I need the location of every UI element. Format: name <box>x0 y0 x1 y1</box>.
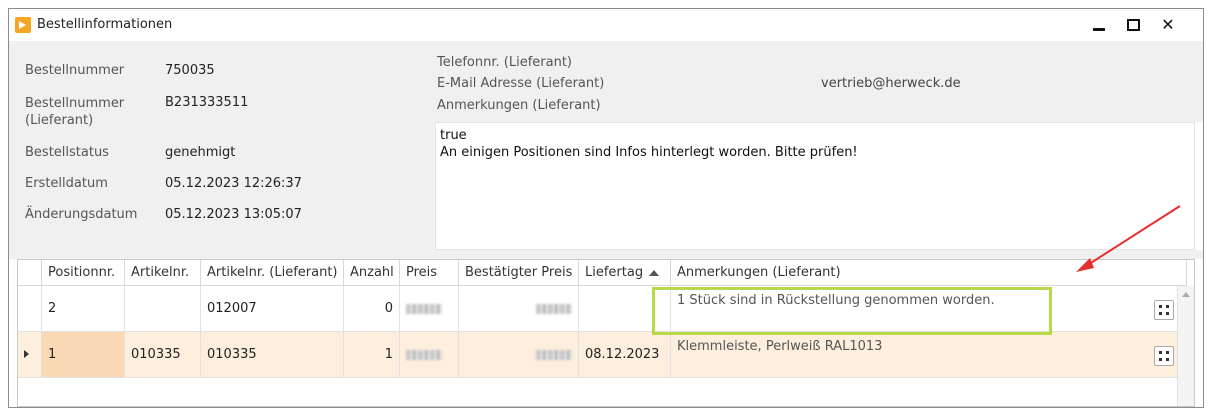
col-header-price[interactable]: Preis <box>400 260 459 286</box>
col-header-supplier-notes[interactable]: Anmerkungen (Lieferant) <box>671 260 1187 286</box>
minimize-button[interactable] <box>1085 13 1113 37</box>
created-date-value: 05.12.2023 12:26:37 <box>165 176 302 191</box>
col-header-position[interactable]: Positionnr. <box>42 260 125 286</box>
col-header-confirmed-price[interactable]: Bestätigter Preis <box>459 260 579 286</box>
col-header-article[interactable]: Artikelnr. <box>125 260 201 286</box>
row-indicator <box>18 332 42 378</box>
col-header-delivery-day[interactable]: Liefertag <box>579 260 671 286</box>
cell-supplier-notes[interactable]: Klemmleiste, Perlweiß RAL1013 <box>671 332 1187 378</box>
vertical-scrollbar[interactable] <box>1177 286 1194 406</box>
cell-supplier-article[interactable]: 010335 <box>201 332 344 378</box>
positions-grid: Positionnr. Artikelnr. Artikelnr. (Liefe… <box>17 259 1195 407</box>
maximize-button[interactable] <box>1119 13 1147 37</box>
order-number-label: Bestellnummer <box>25 63 125 78</box>
current-row-arrow-icon <box>24 350 29 358</box>
redacted-confirmed-price <box>536 303 572 314</box>
supplier-phone-label: Telefonnr. (Lieferant) <box>437 55 572 70</box>
cell-supplier-article[interactable]: 012007 <box>201 286 344 332</box>
order-status-value: genehmigt <box>165 145 236 160</box>
redacted-confirmed-price <box>536 349 572 360</box>
redacted-price <box>406 349 442 360</box>
cell-article[interactable]: 010335 <box>125 332 201 378</box>
sort-ascending-icon <box>649 269 660 276</box>
supplier-order-number-label: Bestellnummer (Lieferant) <box>25 96 125 128</box>
supplier-email-value: vertrieb@herweck.de <box>821 76 961 91</box>
col-header-supplier-article[interactable]: Artikelnr. (Lieferant) <box>201 260 344 286</box>
order-number-value: 750035 <box>165 63 215 78</box>
scroll-up-icon[interactable] <box>1182 292 1190 297</box>
title-bar: Bestellinformationen ✕ <box>9 9 1203 41</box>
row-indicator <box>18 286 42 332</box>
cell-position[interactable]: 2 <box>42 286 125 332</box>
supplier-email-label: E-Mail Adresse (Lieferant) <box>437 76 605 91</box>
expand-icon[interactable] <box>1154 346 1174 366</box>
cell-delivery-day[interactable]: 08.12.2023 <box>579 332 671 378</box>
cell-confirmed-price[interactable] <box>459 286 579 332</box>
supplier-notes-textarea[interactable]: true An einigen Positionen sind Infos hi… <box>435 122 1195 250</box>
cell-price[interactable] <box>400 286 459 332</box>
delivery-day-header-label: Liefertag <box>585 265 644 280</box>
modified-date-label: Änderungsdatum <box>25 207 138 222</box>
row-indicator-header <box>18 260 42 286</box>
order-info-window: Bestellinformationen ✕ Bestellnummer 750… <box>8 8 1204 408</box>
col-header-quantity[interactable]: Anzahl <box>344 260 400 286</box>
expand-icon[interactable] <box>1154 300 1174 320</box>
cell-supplier-notes[interactable]: 1 Stück sind in Rückstellung genommen wo… <box>671 286 1187 332</box>
cell-quantity[interactable]: 1 <box>344 332 400 378</box>
cell-delivery-day[interactable] <box>579 286 671 332</box>
cell-confirmed-price[interactable] <box>459 332 579 378</box>
notes-panel-bottom <box>435 250 1203 259</box>
created-date-label: Erstelldatum <box>25 176 108 191</box>
app-icon <box>15 17 31 33</box>
cell-quantity[interactable]: 0 <box>344 286 400 332</box>
cell-position[interactable]: 1 <box>42 332 125 378</box>
supplier-notes-label: Anmerkungen (Lieferant) <box>437 98 601 113</box>
cell-price[interactable] <box>400 332 459 378</box>
redacted-price <box>406 303 442 314</box>
window-title: Bestellinformationen <box>37 17 173 32</box>
close-button[interactable]: ✕ <box>1154 13 1182 37</box>
supplier-order-number-value: B231333511 <box>165 95 249 110</box>
cell-article[interactable] <box>125 286 201 332</box>
order-status-label: Bestellstatus <box>25 145 109 160</box>
modified-date-value: 05.12.2023 13:05:07 <box>165 207 302 222</box>
